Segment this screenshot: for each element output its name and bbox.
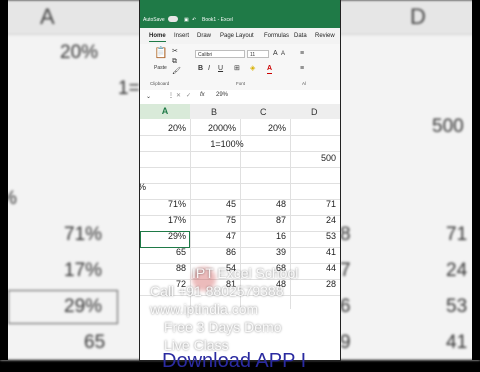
- ribbon: 📋 Paste ✂ ⧉ 🖌 Calibri 11 A A B I U ⊞ ◈ A…: [140, 44, 340, 91]
- align-top-icon[interactable]: ≡: [300, 50, 304, 58]
- watermark-line: www.iptindia.com: [150, 301, 259, 317]
- column-headers: A B C D: [140, 104, 340, 120]
- background-cell: 71%: [64, 224, 103, 245]
- cell[interactable]: 86: [192, 247, 236, 257]
- tab-insert[interactable]: Insert: [174, 33, 189, 39]
- cell[interactable]: 47: [192, 231, 236, 241]
- cell[interactable]: %: [140, 182, 146, 192]
- tab-formulas[interactable]: Formulas: [264, 33, 289, 39]
- cell[interactable]: 2000%: [192, 123, 236, 133]
- decrease-font-icon[interactable]: A: [281, 50, 285, 58]
- font-name-select[interactable]: Calibri: [195, 50, 245, 58]
- autosave-toggle[interactable]: [168, 16, 178, 22]
- background-cell: 41: [446, 332, 468, 353]
- column-header-a[interactable]: A: [140, 104, 190, 119]
- borders-icon[interactable]: ⊞: [234, 65, 240, 73]
- tab-draw[interactable]: Draw: [197, 33, 211, 39]
- cut-icon[interactable]: ✂: [172, 48, 178, 56]
- cell[interactable]: 20%: [242, 123, 286, 133]
- paste-label: Paste: [154, 65, 167, 71]
- cell[interactable]: 20%: [142, 123, 186, 133]
- background-cell: 29%: [64, 296, 103, 317]
- autosave-label: AutoSave: [143, 17, 165, 23]
- background-cell: 6: [340, 296, 351, 317]
- column-header-d[interactable]: D: [311, 107, 318, 117]
- cell[interactable]: 53: [292, 231, 336, 241]
- cell[interactable]: 71: [292, 199, 336, 209]
- fill-color-icon[interactable]: ◈: [250, 65, 255, 73]
- cell[interactable]: 71%: [142, 199, 186, 209]
- watermark-line: Free 3 Days Demo: [164, 319, 282, 335]
- background-cell: 20%: [60, 42, 99, 63]
- enter-icon[interactable]: ✓: [186, 92, 191, 99]
- watermark-line: IPT Excel School: [192, 265, 299, 281]
- formula-bar: ⌄ ⋮ ✕ ✓ fx 29%: [140, 90, 340, 105]
- save-icon[interactable]: ▣: [184, 17, 189, 23]
- cell[interactable]: 48: [242, 199, 286, 209]
- background-cell: 1=: [118, 78, 140, 99]
- cell[interactable]: 45: [192, 199, 236, 209]
- background-cell: 53: [446, 296, 468, 317]
- tab-home[interactable]: Home: [149, 33, 166, 42]
- copy-icon[interactable]: ⧉: [172, 58, 177, 66]
- column-header-b[interactable]: B: [211, 107, 217, 117]
- cell[interactable]: 17%: [142, 215, 186, 225]
- align-left-icon[interactable]: ≡: [300, 65, 304, 73]
- underline-button[interactable]: U: [218, 65, 223, 73]
- cell[interactable]: 1=100%: [192, 139, 262, 149]
- title-bar: AutoSave ▣ ↶ Book1 - Excel: [140, 0, 340, 28]
- background-cell: 65: [84, 332, 106, 353]
- font-size-select[interactable]: 11: [247, 50, 269, 58]
- cell[interactable]: 75: [192, 215, 236, 225]
- cell[interactable]: 87: [242, 215, 286, 225]
- undo-icon[interactable]: ↶: [192, 17, 196, 23]
- format-painter-icon[interactable]: 🖌: [172, 68, 181, 76]
- column-header-c[interactable]: C: [260, 107, 267, 117]
- cancel-icon[interactable]: ✕: [176, 92, 181, 99]
- cell[interactable]: 39: [242, 247, 286, 257]
- watermark: IPT Excel School Call +91 8802579388 www…: [150, 264, 340, 372]
- background-cell: 500: [432, 116, 464, 137]
- watermark-line: Call +91 8802579388: [150, 283, 284, 299]
- cell[interactable]: 16: [242, 231, 286, 241]
- background-cell: 24: [446, 260, 468, 281]
- chevron-down-icon[interactable]: ⌄: [146, 93, 151, 100]
- cell-active[interactable]: 29%: [142, 231, 186, 241]
- background-cell: 71: [446, 224, 468, 245]
- tab-data[interactable]: Data: [294, 33, 307, 39]
- bold-button[interactable]: B: [198, 65, 203, 73]
- tab-page-layout[interactable]: Page Layout: [220, 33, 254, 39]
- background-cell: 8: [340, 224, 351, 245]
- cell[interactable]: 24: [292, 215, 336, 225]
- increase-font-icon[interactable]: A: [273, 50, 278, 58]
- italic-button[interactable]: I: [208, 65, 210, 73]
- more-icon: ⋮: [168, 93, 174, 99]
- ribbon-tabs: Home Insert Draw Page Layout Formulas Da…: [140, 28, 340, 44]
- background-cell: 7: [340, 260, 351, 281]
- background-cell: 9: [340, 332, 351, 353]
- font-color-icon[interactable]: A: [267, 65, 273, 74]
- watermark-line: Download APP I: [162, 350, 307, 372]
- cell[interactable]: 41: [292, 247, 336, 257]
- fx-button[interactable]: fx: [200, 92, 205, 98]
- clipboard-group-label: Clipboard: [150, 81, 170, 86]
- workbook-title: Book1 - Excel: [202, 17, 233, 23]
- background-cell: 17%: [64, 260, 103, 281]
- font-group-label: Font: [236, 81, 246, 86]
- cell[interactable]: 65: [142, 247, 186, 257]
- tab-review[interactable]: Review: [315, 33, 335, 39]
- formula-input[interactable]: 29%: [216, 92, 228, 98]
- background-col-header-d: D: [410, 4, 426, 29]
- paste-icon[interactable]: 📋: [154, 48, 168, 59]
- cell[interactable]: 500: [292, 153, 336, 163]
- background-col-header-a: A: [40, 4, 55, 29]
- alignment-group-label: Al: [302, 81, 307, 86]
